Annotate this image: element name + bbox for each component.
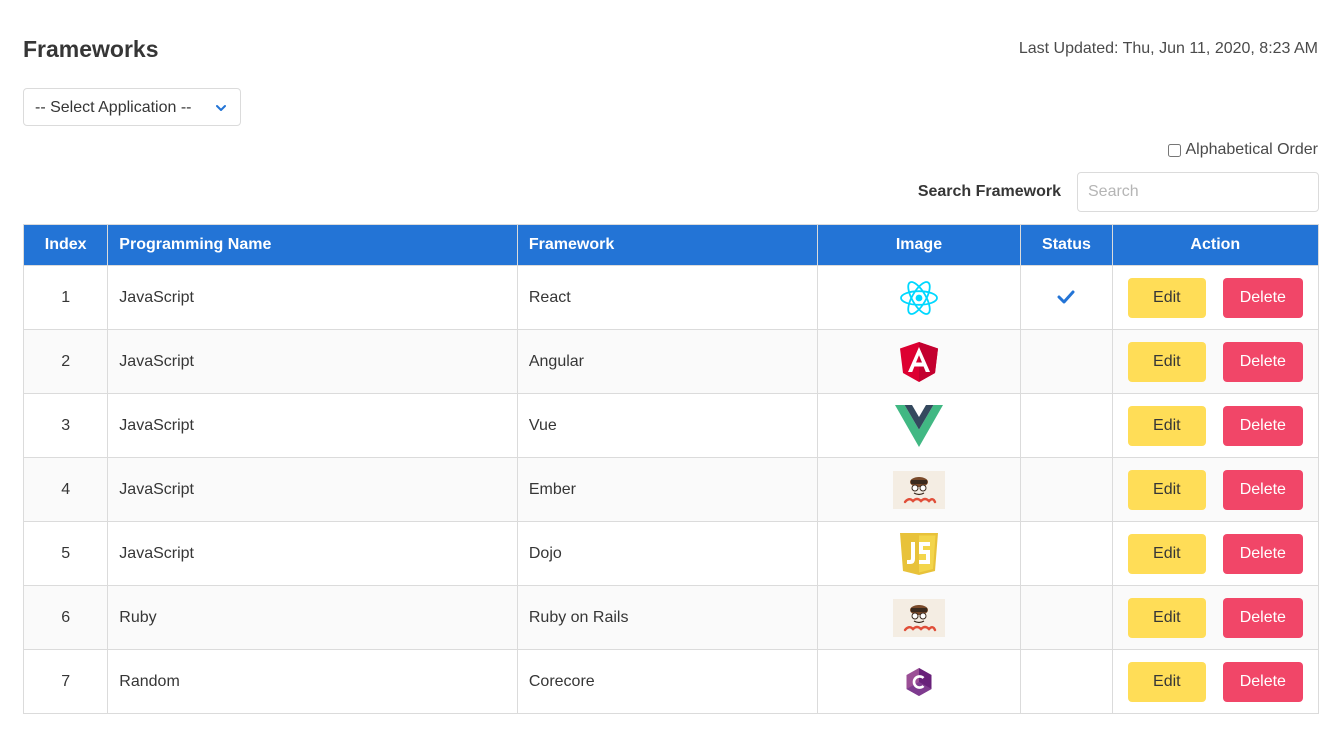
edit-button[interactable]: Edit [1127, 661, 1206, 702]
cell-status [1020, 585, 1113, 650]
cell-image [816, 393, 1022, 458]
check-icon [1057, 290, 1075, 304]
delete-button[interactable]: Delete [1222, 341, 1303, 382]
cell-framework: Ember [516, 457, 818, 522]
cell-programming-name: JavaScript [107, 329, 518, 394]
cell-index: 4 [22, 457, 109, 522]
ember-logo [892, 470, 945, 509]
cell-programming-name: JavaScript [107, 521, 518, 586]
cell-framework: Vue [516, 393, 818, 458]
delete-button[interactable]: Delete [1222, 597, 1303, 638]
table-header-row: Index Programming Name Framework Image S… [22, 224, 1320, 266]
page-title: Frameworks [23, 36, 159, 62]
cell-index: 6 [22, 585, 109, 650]
ember-logo [892, 598, 945, 637]
column-header-image: Image [816, 224, 1022, 266]
table-row: 7 Random Corecore Edit Delete [22, 649, 1320, 714]
cell-action: Edit Delete [1111, 393, 1320, 458]
column-header-index: Index [22, 224, 109, 266]
alphabetical-order-label: Alphabetical Order [1185, 141, 1318, 158]
vue-logo [894, 404, 943, 447]
cell-programming-name: JavaScript [107, 457, 518, 522]
table-row: 1 JavaScript React Edit Delete [22, 265, 1320, 330]
cell-action: Edit Delete [1111, 265, 1320, 330]
cell-status [1020, 393, 1113, 458]
cell-index: 5 [22, 521, 109, 586]
column-header-programming-name: Programming Name [107, 224, 518, 266]
cell-image [816, 457, 1022, 522]
alphabetical-order-option[interactable]: Alphabetical Order [1168, 141, 1318, 159]
delete-button[interactable]: Delete [1222, 469, 1303, 510]
cell-index: 3 [22, 393, 109, 458]
last-updated-text: Last Updated: Thu, Jun 11, 2020, 8:23 AM [1018, 40, 1318, 57]
cell-index: 1 [22, 265, 109, 330]
react-logo [900, 280, 938, 315]
search-label: Search Framework [917, 183, 1061, 200]
application-select[interactable]: -- Select Application -- [23, 88, 241, 126]
cell-status [1020, 521, 1113, 586]
cell-framework: Corecore [516, 649, 818, 714]
js-logo [899, 532, 938, 575]
search-input[interactable] [1077, 172, 1319, 212]
table-row: 3 JavaScript Vue Edit Delete [22, 393, 1320, 458]
frameworks-page: Frameworks Last Updated: Thu, Jun 11, 20… [0, 0, 1341, 737]
column-header-action: Action [1111, 224, 1320, 266]
application-select-value: -- Select Application -- [35, 99, 192, 116]
table-row: 2 JavaScript Angular Edit Delete [22, 329, 1320, 394]
edit-button[interactable]: Edit [1127, 277, 1206, 318]
cell-action: Edit Delete [1111, 649, 1320, 714]
cell-programming-name: JavaScript [107, 265, 518, 330]
cell-status [1020, 265, 1113, 330]
search-row: Search Framework [918, 172, 1319, 212]
cell-framework: React [516, 265, 818, 330]
cell-image [816, 649, 1022, 714]
cell-status [1020, 649, 1113, 714]
cell-action: Edit Delete [1111, 521, 1320, 586]
delete-button[interactable]: Delete [1222, 533, 1303, 574]
cell-framework: Angular [516, 329, 818, 394]
table-row: 5 JavaScript Dojo Edit Delete [22, 521, 1320, 586]
table-row: 4 JavaScript Ember Edit Delete [22, 457, 1320, 522]
angular-logo [899, 341, 938, 382]
column-header-framework: Framework [516, 224, 818, 266]
edit-button[interactable]: Edit [1127, 533, 1206, 574]
chevron-down-icon [216, 105, 226, 111]
delete-button[interactable]: Delete [1222, 405, 1303, 446]
cell-programming-name: Random [107, 649, 518, 714]
cell-framework: Dojo [516, 521, 818, 586]
csharp-logo [906, 667, 932, 696]
cell-image [816, 265, 1022, 330]
cell-action: Edit Delete [1111, 585, 1320, 650]
alphabetical-order-checkbox[interactable] [1168, 143, 1182, 157]
cell-index: 2 [22, 329, 109, 394]
cell-programming-name: Ruby [107, 585, 518, 650]
edit-button[interactable]: Edit [1127, 469, 1206, 510]
cell-action: Edit Delete [1111, 457, 1320, 522]
cell-image [816, 521, 1022, 586]
cell-index: 7 [22, 649, 109, 714]
cell-programming-name: JavaScript [107, 393, 518, 458]
cell-action: Edit Delete [1111, 329, 1320, 394]
edit-button[interactable]: Edit [1127, 405, 1206, 446]
table-row: 6 Ruby Ruby on Rails Edit Delete [22, 585, 1320, 650]
edit-button[interactable]: Edit [1127, 597, 1206, 638]
cell-status [1020, 329, 1113, 394]
delete-button[interactable]: Delete [1222, 277, 1303, 318]
cell-framework: Ruby on Rails [516, 585, 818, 650]
frameworks-table: Index Programming Name Framework Image S… [22, 224, 1320, 714]
cell-status [1020, 457, 1113, 522]
cell-image [816, 585, 1022, 650]
cell-image [816, 329, 1022, 394]
edit-button[interactable]: Edit [1127, 341, 1206, 382]
delete-button[interactable]: Delete [1222, 661, 1303, 702]
column-header-status: Status [1020, 224, 1113, 266]
